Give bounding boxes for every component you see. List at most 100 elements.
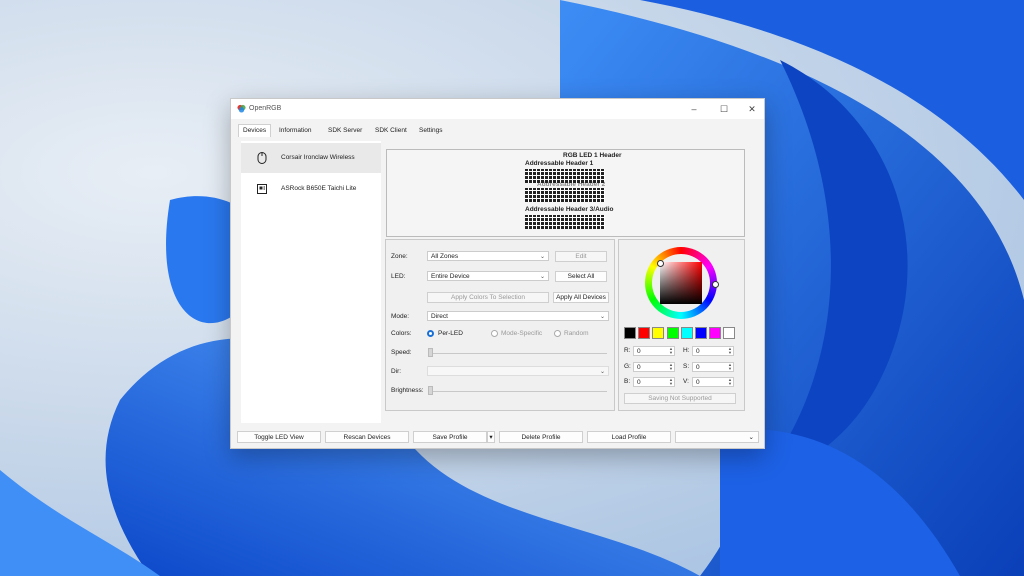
- color-swatch[interactable]: [638, 327, 651, 339]
- zone-label-addressable-1: Addressable Header 1: [525, 160, 594, 167]
- v-input[interactable]: 0 ▲ ▼: [692, 377, 734, 387]
- r-input[interactable]: 0 ▲ ▼: [633, 346, 675, 356]
- zone-label-addressable-2: Addressable Header 2: [537, 181, 606, 188]
- h-value: 0: [696, 348, 700, 355]
- sv-handle[interactable]: [657, 260, 664, 267]
- brightness-slider[interactable]: [429, 391, 607, 392]
- spin-arrows-icon: ▲ ▼: [669, 362, 673, 371]
- motherboard-icon: [257, 184, 267, 194]
- chevron-down-icon: ⌄: [539, 274, 545, 280]
- select-all-button[interactable]: Select All: [555, 271, 607, 282]
- s-input[interactable]: 0 ▲ ▼: [692, 362, 734, 372]
- device-item-asrock[interactable]: ASRock B650E Taichi Lite: [241, 174, 381, 204]
- tab-settings[interactable]: Settings: [419, 125, 443, 137]
- b-value: 0: [637, 379, 641, 386]
- rescan-devices-button[interactable]: Rescan Devices: [325, 431, 409, 443]
- zone-label: Zone:: [391, 253, 408, 260]
- b-input[interactable]: 0 ▲ ▼: [633, 377, 675, 387]
- led-value: Entire Device: [431, 273, 470, 280]
- zone-label-rgb-led-1: RGB LED 1 Header: [563, 152, 622, 159]
- save-profile-dropdown[interactable]: ▾: [487, 431, 495, 443]
- tab-sdk-server[interactable]: SDK Server: [328, 125, 362, 137]
- brightness-slider-handle[interactable]: [428, 386, 433, 395]
- h-label: H:: [683, 347, 690, 354]
- spin-arrows-icon: ▲ ▼: [728, 377, 732, 386]
- chevron-down-icon: ⌄: [599, 314, 605, 320]
- device-item-corsair[interactable]: Corsair Ironclaw Wireless: [241, 143, 381, 173]
- zone-label-addressable-3: Addressable Header 3/Audio: [525, 206, 614, 213]
- spin-arrows-icon: ▲ ▼: [669, 346, 673, 355]
- s-value: 0: [696, 364, 700, 371]
- led-preview-panel[interactable]: RGB LED 1 Header Addressable Header 1 Ad…: [386, 149, 745, 237]
- device-label: ASRock B650E Taichi Lite: [281, 185, 357, 192]
- mode-specific-radio[interactable]: [491, 330, 498, 337]
- brightness-label: Brightness:: [391, 387, 424, 394]
- led-grid[interactable]: [525, 188, 605, 202]
- random-radio[interactable]: [554, 330, 561, 337]
- per-led-label: Per-LED: [438, 330, 463, 337]
- profile-select[interactable]: ⌄: [675, 431, 759, 443]
- s-label: S:: [683, 363, 690, 370]
- b-label: B:: [624, 378, 631, 385]
- mode-label: Mode:: [391, 313, 410, 320]
- delete-profile-button[interactable]: Delete Profile: [499, 431, 583, 443]
- close-button[interactable]: ✕: [745, 103, 759, 115]
- color-swatch[interactable]: [666, 327, 679, 339]
- openrgb-window: OpenRGB – ☐ ✕ Devices Information SDK Se…: [230, 98, 765, 449]
- tab-information[interactable]: Information: [279, 125, 312, 137]
- spin-arrows-icon: ▲ ▼: [669, 377, 673, 386]
- openrgb-logo-icon: [237, 104, 246, 113]
- zone-value: All Zones: [431, 253, 459, 260]
- random-label: Random: [564, 330, 589, 337]
- zone-select[interactable]: All Zones ⌄: [427, 251, 549, 261]
- mode-controls-panel: [385, 239, 615, 411]
- chevron-down-icon: ⌄: [599, 369, 605, 375]
- speed-label: Speed:: [391, 349, 412, 356]
- speed-slider-handle[interactable]: [428, 348, 433, 357]
- tab-devices[interactable]: Devices: [238, 124, 272, 137]
- device-list: Corsair Ironclaw Wireless ASRock B650E T…: [241, 141, 381, 423]
- color-swatch[interactable]: [723, 327, 736, 339]
- saturation-value-square[interactable]: [660, 262, 702, 304]
- window-title: OpenRGB: [249, 105, 282, 112]
- led-grid[interactable]: [525, 215, 605, 229]
- v-value: 0: [696, 379, 700, 386]
- saving-not-supported-button[interactable]: Saving Not Supported: [624, 393, 736, 404]
- title-bar: OpenRGB – ☐ ✕: [231, 99, 764, 119]
- apply-all-devices-button[interactable]: Apply All Devices: [553, 292, 609, 303]
- spin-arrows-icon: ▲ ▼: [728, 346, 732, 355]
- spin-arrows-icon: ▲ ▼: [728, 362, 732, 371]
- colors-label: Colors:: [391, 330, 412, 337]
- direction-label: Dir:: [391, 368, 402, 375]
- direction-select[interactable]: ⌄: [427, 366, 609, 376]
- device-label: Corsair Ironclaw Wireless: [281, 154, 355, 161]
- color-swatch[interactable]: [652, 327, 665, 339]
- h-input[interactable]: 0 ▲ ▼: [692, 346, 734, 356]
- chevron-down-icon: ⌄: [539, 254, 545, 260]
- v-label: V:: [683, 378, 689, 385]
- maximize-button[interactable]: ☐: [717, 103, 731, 115]
- color-swatch[interactable]: [680, 327, 693, 339]
- color-swatch[interactable]: [624, 327, 636, 339]
- save-profile-button[interactable]: Save Profile: [413, 431, 487, 443]
- toggle-led-view-button[interactable]: Toggle LED View: [237, 431, 321, 443]
- color-swatch[interactable]: [709, 327, 722, 339]
- minimize-button[interactable]: –: [687, 103, 701, 115]
- r-value: 0: [637, 348, 641, 355]
- color-swatch[interactable]: [695, 327, 707, 339]
- speed-slider[interactable]: [429, 353, 607, 354]
- led-select[interactable]: Entire Device ⌄: [427, 271, 549, 281]
- per-led-radio[interactable]: [427, 330, 434, 337]
- g-label: G:: [624, 363, 631, 370]
- tab-sdk-client[interactable]: SDK Client: [375, 125, 407, 137]
- g-input[interactable]: 0 ▲ ▼: [633, 362, 675, 372]
- mouse-icon: [257, 152, 267, 164]
- mode-value: Direct: [431, 313, 448, 320]
- apply-colors-selection-button[interactable]: Apply Colors To Selection: [427, 292, 549, 303]
- led-label: LED:: [391, 273, 406, 280]
- mode-select[interactable]: Direct ⌄: [427, 311, 609, 321]
- mode-specific-label: Mode-Specific: [501, 330, 543, 337]
- load-profile-button[interactable]: Load Profile: [587, 431, 671, 443]
- edit-button[interactable]: Edit: [555, 251, 607, 262]
- hue-handle[interactable]: [712, 281, 719, 288]
